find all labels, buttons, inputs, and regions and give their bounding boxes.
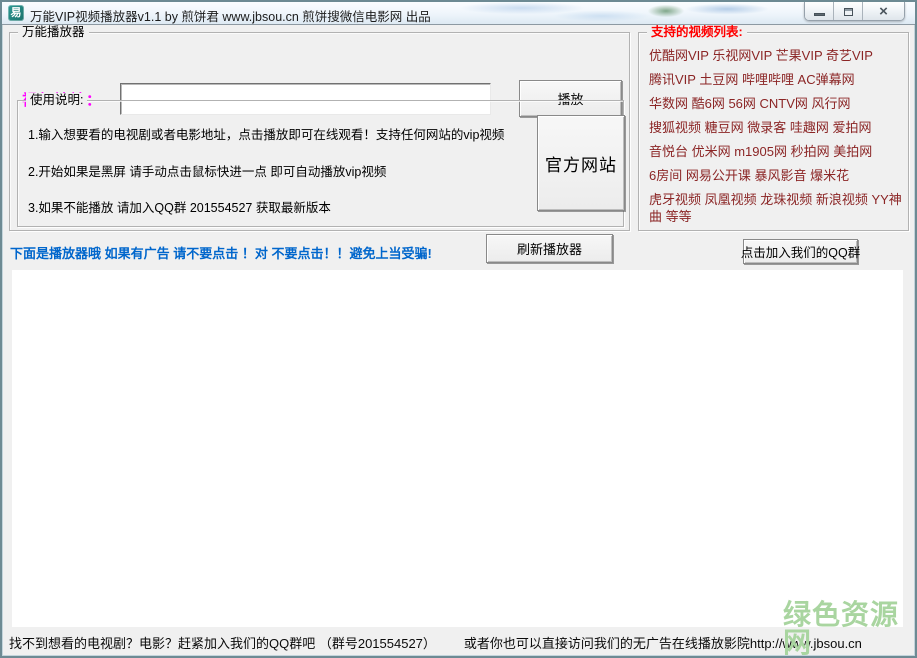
app-window: 易 万能VIP视频播放器v1.1 by 煎饼君 www.jbsou.cn 煎饼搜… [0, 0, 917, 658]
supported-line: 华数网 酷6网 56网 CNTV网 风行网 [649, 95, 902, 112]
caption-buttons: × [804, 2, 905, 21]
restore-icon [844, 8, 853, 16]
player-area [12, 270, 903, 627]
minimize-button[interactable] [805, 2, 834, 21]
app-logo-icon: 易 [8, 5, 24, 21]
status-right-text: 或者你也可以直接访问我们的无广告在线播放影院http://www.jbsou.c… [464, 633, 862, 652]
supported-line: 优酷网VIP 乐视网VIP 芒果VIP 奇艺VIP [649, 47, 902, 64]
supported-line: 音悦台 优米网 m1905网 秒拍网 美拍网 [649, 143, 902, 160]
usage-groupbox-legend: 使用说明: [26, 93, 87, 108]
join-qq-group-button[interactable]: 点击加入我们的QQ群 [743, 239, 858, 264]
supported-line: 6房间 网易公开课 暴风影音 爆米花 [649, 167, 902, 184]
player-groupbox-legend: 万能播放器 [18, 25, 89, 40]
ad-warning-text: 下面是播放器哦 如果有广告 请不要点击 ！对 不要点击！！避免上当受骗! [10, 243, 432, 262]
window-title: 万能VIP视频播放器v1.1 by 煎饼君 www.jbsou.cn 煎饼搜微信… [30, 6, 431, 25]
title-bar[interactable]: 易 万能VIP视频播放器v1.1 by 煎饼君 www.jbsou.cn 煎饼搜… [2, 2, 915, 25]
supported-list-legend: 支持的视频列表: [647, 25, 747, 40]
official-site-button[interactable]: 官方网站 [537, 115, 625, 211]
supported-site-list: 优酷网VIP 乐视网VIP 芒果VIP 奇艺VIP 腾讯VIP 土豆网 哔哩哔哩… [649, 47, 902, 232]
supported-line: 腾讯VIP 土豆网 哔哩哔哩 AC弹幕网 [649, 71, 902, 88]
player-groupbox: 万能播放器 视频地址： 播放 使用说明: 1.输入想要看的电视剧或者电影地址，点… [9, 32, 630, 231]
usage-instruction-3: 3.如果不能播放 请加入QQ群 201554527 获取最新版本 [28, 197, 331, 216]
status-bar: 找不到想看的电视剧？电影？赶紧加入我们的QQ群吧 （群号201554527） 或… [9, 633, 862, 652]
usage-groupbox: 使用说明: 1.输入想要看的电视剧或者电影地址，点击播放即可在线观看！支持任何网… [17, 100, 624, 227]
supported-line: 搜狐视频 糖豆网 微录客 哇趣网 爱拍网 [649, 119, 902, 136]
refresh-player-button[interactable]: 刷新播放器 [486, 234, 613, 263]
supported-list-groupbox: 支持的视频列表: 优酷网VIP 乐视网VIP 芒果VIP 奇艺VIP 腾讯VIP… [638, 32, 909, 231]
close-button[interactable]: × [863, 2, 904, 21]
usage-instruction-1: 1.输入想要看的电视剧或者电影地址，点击播放即可在线观看！支持任何网站的vip视… [28, 124, 504, 143]
maximize-button[interactable] [834, 2, 863, 21]
status-left-text: 找不到想看的电视剧？电影？赶紧加入我们的QQ群吧 （群号201554527） [9, 633, 436, 652]
minimize-icon [814, 13, 825, 16]
supported-line: 虎牙视频 凤凰视频 龙珠视频 新浪视频 YY神曲 等等 [649, 191, 902, 225]
usage-instruction-2: 2.开始如果是黑屏 请手动点击鼠标快进一点 即可自动播放vip视频 [28, 161, 386, 180]
close-icon: × [879, 4, 888, 19]
